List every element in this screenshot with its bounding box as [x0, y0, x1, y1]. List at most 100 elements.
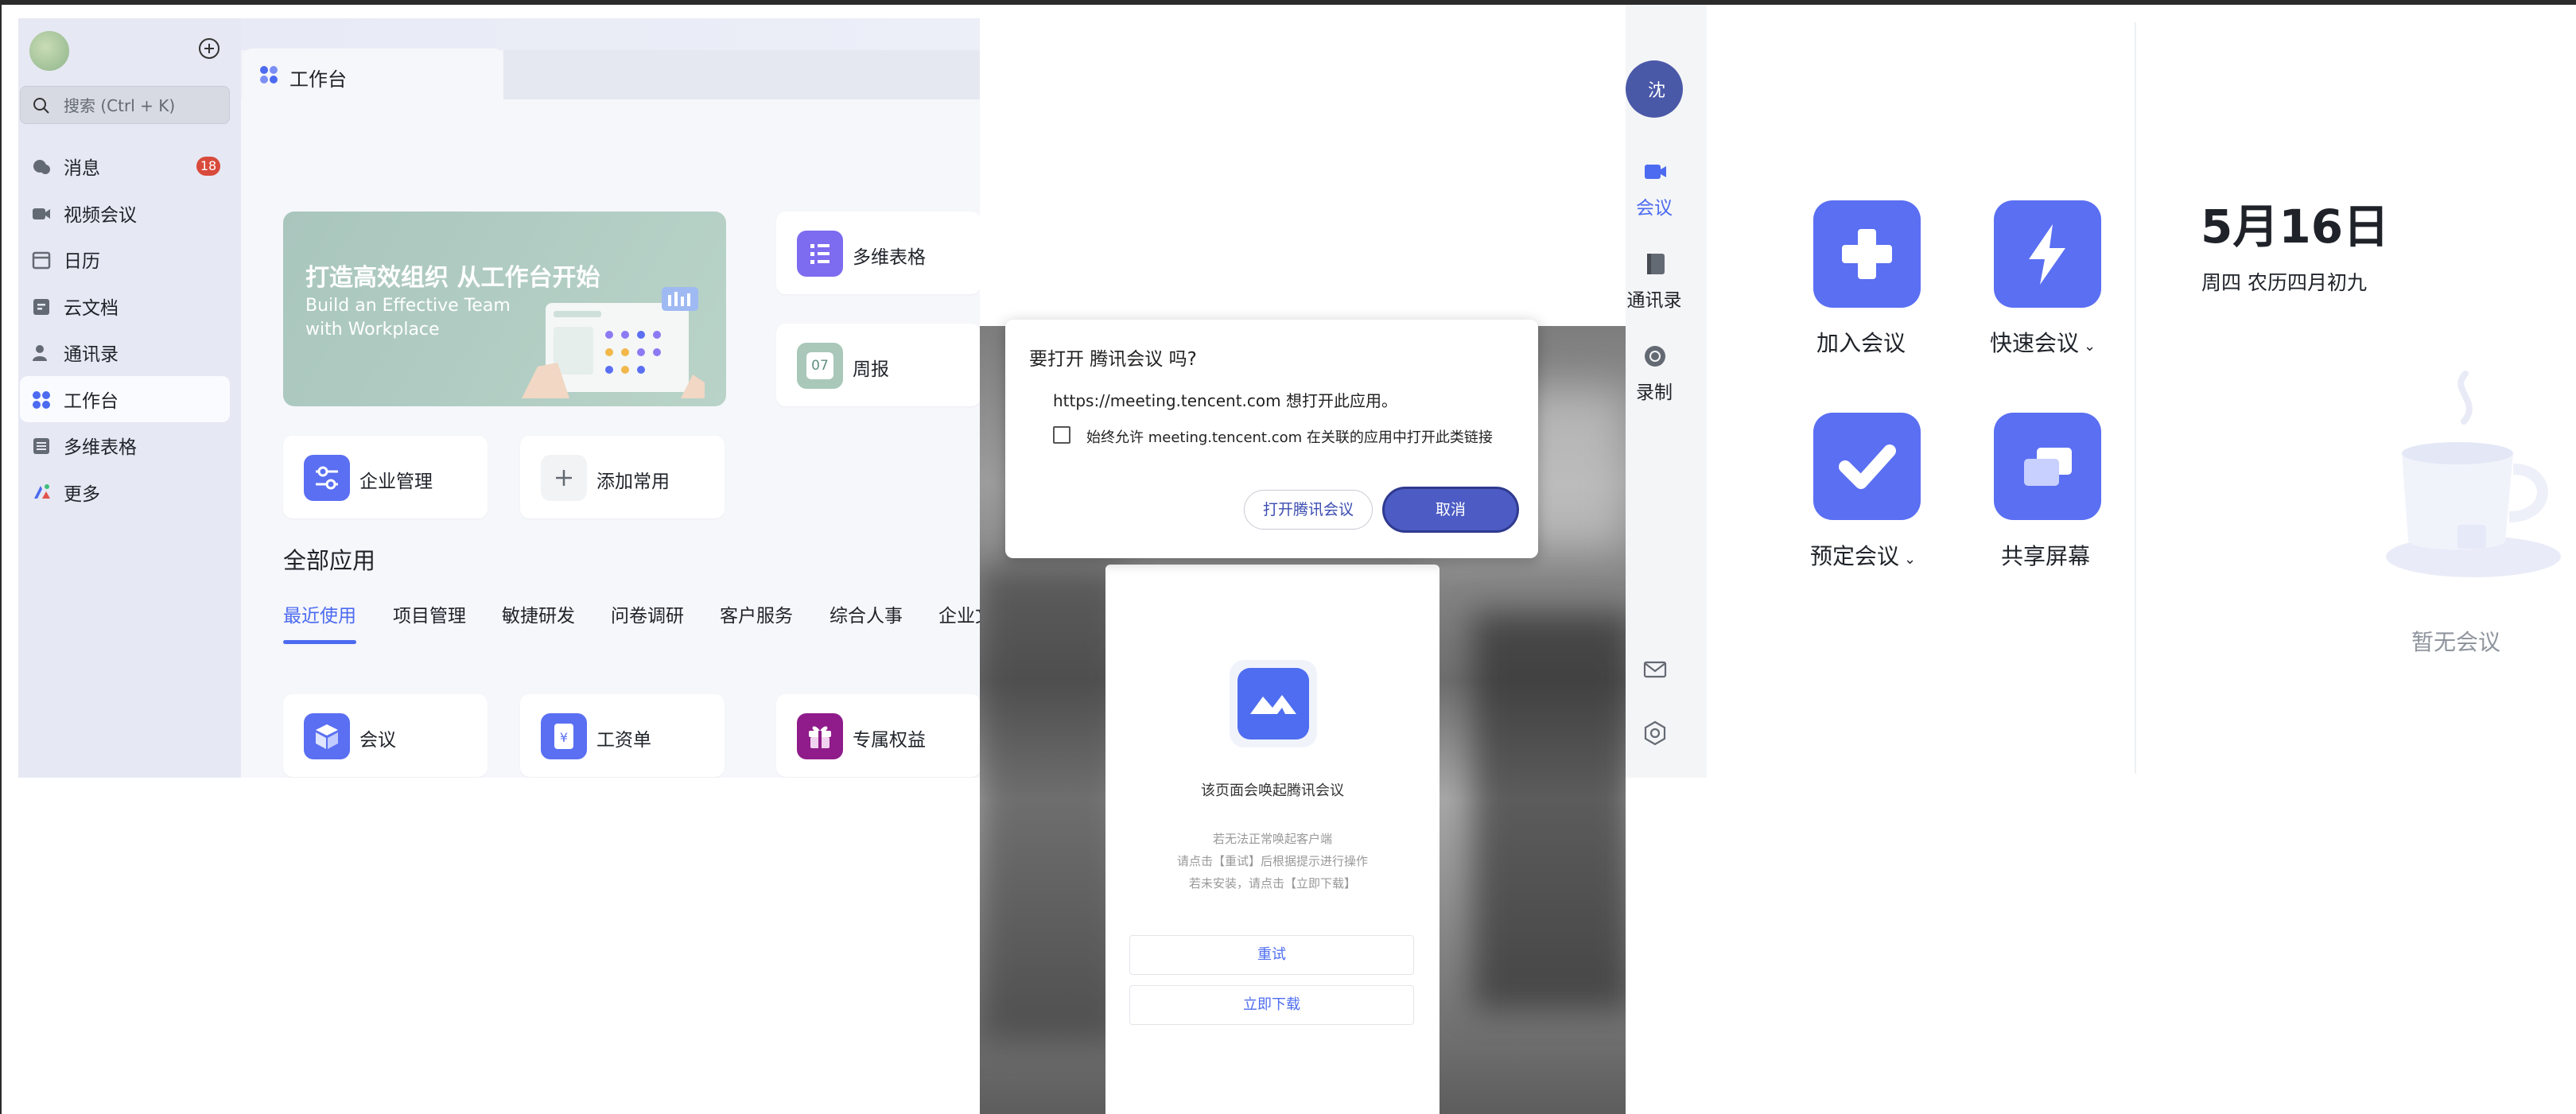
open-app-dialog: 要打开 腾讯会议 吗? https://meeting.tencent.com … [1005, 320, 1538, 558]
schedule-meeting-label[interactable]: 预定会议 ⌄ [1810, 539, 1916, 571]
chevron-down-icon: ⌄ [1904, 551, 1917, 568]
table-icon [33, 438, 49, 454]
share-screen-button[interactable] [1994, 413, 2101, 520]
join-meeting-button[interactable] [1813, 200, 1921, 308]
app-card-exclusive-benefits[interactable]: 专属权益 [776, 694, 980, 777]
more-apps-icon [34, 483, 50, 499]
lightning-icon [2029, 224, 2065, 285]
person-icon [33, 345, 47, 361]
sidebar-item-label: 更多 [64, 483, 100, 505]
launch-page-card: 该页面会唤起腾讯会议 若无法正常唤起客户端 请点击【重试】后根据提示进行操作 若… [1105, 565, 1440, 1114]
app-card-payslip[interactable]: ¥ 工资单 [520, 694, 725, 777]
weekly-report-icon: 07 [797, 343, 843, 389]
quick-meeting-text: 快速会议 [1990, 330, 2080, 356]
promo-banner[interactable]: 打造高效组织 从工作台开始 Build an Effective Team wi… [283, 212, 726, 406]
always-allow-checkbox[interactable] [1053, 426, 1070, 444]
app-card-meeting[interactable]: 会议 [283, 694, 488, 777]
sidebar-item-messages[interactable]: 消息 18 [18, 143, 241, 190]
sidebar-item-contacts[interactable]: 通讯录 [18, 329, 241, 376]
user-avatar[interactable]: 沈 [1626, 60, 1683, 118]
active-tab-indicator [283, 640, 356, 644]
category-tabs: 最近使用 项目管理 敏捷研发 问卷调研 客户服务 综合人事 企业文 [283, 600, 980, 644]
sidebar-item-cloud-docs[interactable]: 云文档 [18, 283, 241, 330]
app-card-label: 专属权益 [853, 730, 926, 751]
banner-subtitle-line1: Build an Effective Team [305, 296, 511, 316]
tab-workbench[interactable]: 工作台 [243, 49, 503, 99]
sidebar-item-video-meeting[interactable]: 视频会议 [18, 190, 241, 237]
tab-strip-empty [503, 50, 980, 99]
unread-badge: 18 [196, 157, 220, 176]
sidebar-item-label: 视频会议 [64, 204, 137, 226]
schedule-meeting-button[interactable] [1813, 413, 1921, 520]
sidebar-item-label: 工作台 [64, 390, 119, 412]
retry-button[interactable]: 重试 [1129, 935, 1414, 975]
tab-label: 工作台 [289, 68, 347, 91]
category-tab-hr[interactable]: 综合人事 [830, 600, 903, 627]
category-tab-customer-service[interactable]: 客户服务 [720, 600, 793, 627]
download-button[interactable]: 立即下载 [1129, 985, 1414, 1025]
checkmark-icon [1839, 444, 1896, 489]
grid-apps-icon [260, 66, 278, 83]
background-blur [980, 565, 1123, 1042]
settings-gear-icon[interactable] [1642, 720, 1668, 746]
sidebar-item-workbench[interactable]: 工作台 [20, 375, 230, 422]
open-tencent-meeting-button[interactable]: 打开腾讯会议 [1244, 490, 1373, 530]
category-tab-project[interactable]: 项目管理 [393, 600, 466, 627]
background-blur [1473, 612, 1626, 1010]
tab-strip [241, 18, 980, 50]
category-tab-agile[interactable]: 敏捷研发 [502, 600, 575, 627]
mail-icon[interactable] [1642, 657, 1668, 682]
add-circle-icon[interactable] [197, 37, 221, 60]
always-allow-label[interactable]: 始终允许 meeting.tencent.com 在关联的应用中打开此类链接 [1086, 426, 1493, 447]
schedule-meeting-text: 预定会议 [1810, 543, 1900, 569]
app-card-bitable[interactable]: 多维表格 [776, 212, 980, 294]
sidebar-item-more[interactable]: 更多 [18, 469, 241, 516]
section-title-all-apps: 全部应用 [283, 547, 376, 574]
tencent-meeting-logo [1230, 660, 1317, 747]
meeting-rail: 沈 会议 通讯录 录制 [1626, 5, 1707, 778]
sidebar-item-label: 通讯录 [64, 344, 119, 366]
app-card-label: 工资单 [596, 730, 651, 751]
category-tab-survey[interactable]: 问卷调研 [611, 600, 684, 627]
rail-item-label: 录制 [1636, 382, 1673, 403]
category-tab-recent[interactable]: 最近使用 [283, 600, 356, 627]
weekly-report-icon-text: 07 [806, 352, 833, 379]
app-card-enterprise-admin[interactable]: 企业管理 [283, 436, 488, 518]
sidebar-item-calendar[interactable]: 日历 [18, 236, 241, 283]
cancel-button[interactable]: 取消 [1382, 487, 1519, 533]
banner-subtitle: Build an Effective Team with Workplace [305, 294, 511, 342]
dialog-message: https://meeting.tencent.com 想打开此应用。 [1053, 391, 1397, 410]
share-screen-icon [2024, 448, 2072, 486]
avatar-initial: 沈 [1648, 81, 1666, 101]
panel-divider [2135, 22, 2136, 774]
rail-item-label: 通讯录 [1626, 290, 1682, 311]
search-input[interactable]: 搜索 (Ctrl + K) [20, 86, 230, 124]
sidebar: 搜索 (Ctrl + K) 消息 18 视频会议 日历 云文档 通讯录 工作台 … [18, 18, 241, 778]
record-icon [1645, 346, 1665, 367]
video-camera-icon [33, 208, 50, 219]
admin-sliders-icon [304, 455, 350, 501]
video-camera-icon [1645, 165, 1666, 179]
app-card-add-common[interactable]: 添加常用 [520, 436, 725, 518]
category-tab-enterprise[interactable]: 企业文 [938, 600, 980, 627]
logo-mark-icon [1250, 695, 1296, 714]
avatar[interactable] [29, 31, 69, 71]
app-card-label: 多维表格 [853, 247, 926, 268]
dashboard-illustration [522, 287, 705, 398]
dialog-title: 要打开 腾讯会议 吗? [1029, 349, 1197, 370]
launch-hint-line3: 若未安装，请点击【立即下载】 [1188, 876, 1356, 891]
today-date-detail: 周四 农历四月初九 [2201, 271, 2367, 294]
chat-icon [33, 160, 50, 174]
launch-hint-line2: 请点击【重试】后根据提示进行操作 [1176, 854, 1368, 868]
sidebar-nav: 消息 18 视频会议 日历 云文档 通讯录 工作台 多维表格 更多 [18, 143, 241, 515]
quick-meeting-button[interactable] [1994, 200, 2101, 308]
coffee-cup-illustration [2386, 371, 2561, 577]
left-border [0, 5, 2, 1114]
app-card-weekly-report[interactable]: 07 周报 [776, 324, 980, 406]
join-meeting-label: 加入会议 [1816, 330, 1906, 356]
quick-meeting-label[interactable]: 快速会议 ⌄ [1990, 326, 2096, 358]
grid-apps-icon [33, 390, 50, 409]
sidebar-item-bitable[interactable]: 多维表格 [18, 422, 241, 469]
plus-icon [1842, 229, 1892, 279]
launch-page-title: 该页面会唤起腾讯会议 [1201, 782, 1344, 799]
